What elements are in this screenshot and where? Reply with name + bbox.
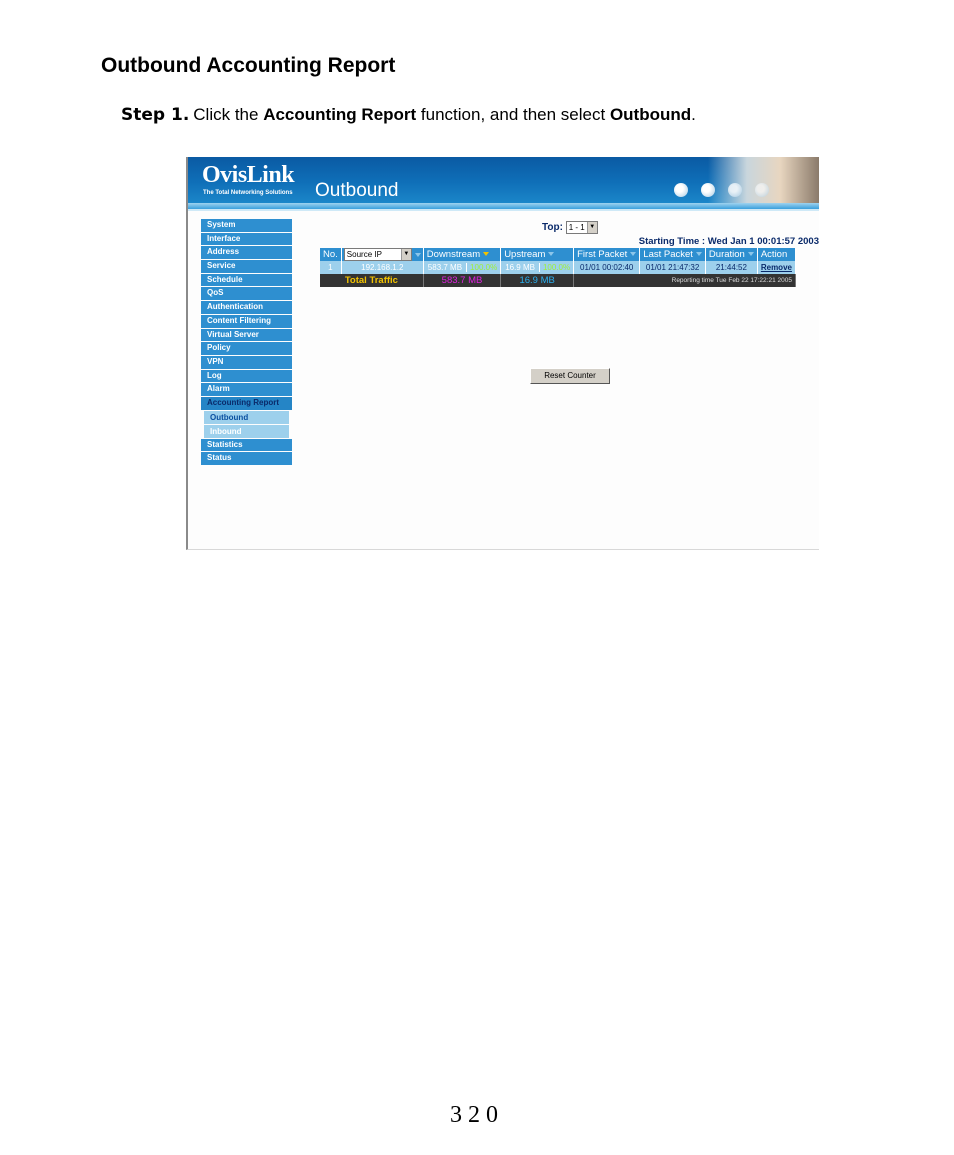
sidebar-item-alarm[interactable]: Alarm — [201, 383, 292, 396]
sidebar-item-content-filtering[interactable]: Content Filtering — [201, 314, 292, 328]
col-upstream[interactable]: Upstream — [500, 248, 575, 261]
table-header-row: No. Source IP ▼ Downstream Upstream Firs… — [320, 248, 796, 261]
top-select-value: 1 - 1 — [568, 223, 585, 232]
col-source: Source IP ▼ — [341, 248, 424, 261]
step-bold-accounting: Accounting Report — [263, 105, 417, 124]
cell-last-packet: 01/01 21:47:32 — [639, 261, 706, 274]
accounting-table: No. Source IP ▼ Downstream Upstream Firs… — [320, 248, 796, 287]
cell-no: 1 — [320, 261, 342, 274]
sort-icon[interactable] — [414, 252, 421, 257]
sidebar-item-vpn[interactable]: VPN — [201, 355, 292, 369]
downstream-percent: 100.0% — [470, 263, 498, 272]
col-duration-label: Duration — [708, 249, 745, 260]
cell-first-packet: 01/01 00:02:40 — [573, 261, 641, 274]
top-selector-row: Top: 1 - 1 ▼ — [542, 221, 598, 234]
globe-icon — [701, 183, 715, 197]
sidebar-item-address[interactable]: Address — [201, 246, 292, 260]
sidebar-nav: System Interface Address Service Schedul… — [201, 219, 292, 466]
step-text: function, and then select — [416, 105, 610, 124]
total-row: Total Traffic 583.7 MB 16.9 MB Reporting… — [320, 274, 796, 287]
sidebar-item-statistics[interactable]: Statistics — [201, 438, 292, 452]
sort-icon — [630, 252, 637, 257]
sidebar-subitem-outbound[interactable]: Outbound — [204, 410, 289, 424]
cell-upstream: 16.9 MB 100.0% — [500, 261, 575, 274]
step-bold-outbound: Outbound — [609, 105, 692, 124]
sort-desc-icon — [483, 252, 490, 257]
step-text: Click the — [193, 105, 264, 124]
sort-icon — [695, 252, 702, 257]
sidebar-item-qos[interactable]: QoS — [201, 287, 292, 301]
sort-icon — [548, 252, 555, 257]
source-select[interactable]: Source IP ▼ — [343, 248, 412, 261]
upstream-value: 16.9 MB — [501, 263, 540, 272]
header-stripe — [188, 209, 819, 211]
step-number: Step 1. — [121, 105, 190, 125]
total-upstream: 16.9 MB — [500, 274, 575, 287]
starting-time: Starting Time : Wed Jan 1 00:01:57 2003 — [638, 236, 819, 247]
page-number: 320 — [450, 1102, 504, 1128]
top-select[interactable]: 1 - 1 ▼ — [565, 221, 598, 234]
col-first-packet-label: First Packet — [577, 249, 628, 260]
col-action: Action — [757, 248, 796, 261]
sidebar-item-interface[interactable]: Interface — [201, 232, 292, 246]
globe-icon — [728, 183, 742, 197]
upstream-percent: 100.0% — [542, 263, 571, 272]
remove-link[interactable]: Remove — [761, 263, 792, 272]
cell-downstream: 583.7 MB 100.0% — [423, 261, 502, 274]
reset-counter-button[interactable]: Reset Counter — [530, 368, 610, 384]
globe-icon — [755, 183, 769, 197]
sidebar-item-virtual-server[interactable]: Virtual Server — [201, 328, 292, 342]
sidebar-item-log[interactable]: Log — [201, 369, 292, 383]
col-last-packet-label: Last Packet — [643, 249, 693, 260]
sidebar-item-accounting-report[interactable]: Accounting Report — [201, 396, 292, 410]
top-label: Top: — [542, 222, 563, 234]
chevron-down-icon: ▼ — [400, 249, 411, 260]
step-text: . — [691, 105, 696, 124]
total-label: Total Traffic — [320, 274, 424, 287]
globe-icon — [674, 183, 688, 197]
col-downstream-label: Downstream — [426, 249, 481, 260]
router-ui-screenshot: OvisLink The Total Networking Solutions … — [186, 157, 819, 550]
brand-logo: OvisLink — [202, 162, 295, 188]
document-title: Outbound Accounting Report — [101, 54, 396, 77]
chevron-down-icon: ▼ — [586, 222, 597, 233]
cell-duration: 21:44:52 — [705, 261, 758, 274]
sort-icon — [747, 252, 754, 257]
total-downstream: 583.7 MB — [423, 274, 502, 287]
sidebar-subitem-inbound[interactable]: Inbound — [204, 424, 289, 438]
col-duration[interactable]: Duration — [705, 248, 758, 261]
page-title: Outbound — [315, 180, 399, 201]
col-no: No. — [320, 248, 342, 261]
sidebar-item-status[interactable]: Status — [201, 452, 292, 465]
cell-action: Remove — [757, 261, 796, 274]
table-row: 1 192.168.1.2 583.7 MB 100.0% 16.9 MB 100.… — [320, 261, 796, 274]
sidebar-item-system[interactable]: System — [201, 219, 292, 232]
source-select-value: Source IP — [346, 250, 382, 259]
reporting-time: Reporting time Tue Feb 22 17:22:21 2005 — [573, 274, 796, 287]
col-last-packet[interactable]: Last Packet — [639, 248, 706, 261]
header-banner: OvisLink The Total Networking Solutions … — [188, 157, 819, 211]
cell-source: 192.168.1.2 — [341, 261, 424, 274]
col-upstream-label: Upstream — [504, 249, 546, 260]
step-instruction: Step 1. Click the Accounting Report funct… — [121, 105, 696, 125]
sidebar-item-service[interactable]: Service — [201, 260, 292, 273]
brand-tagline: The Total Networking Solutions — [203, 190, 293, 196]
sidebar-item-authentication[interactable]: Authentication — [201, 301, 292, 314]
col-first-packet[interactable]: First Packet — [573, 248, 641, 261]
sidebar-item-policy[interactable]: Policy — [201, 342, 292, 355]
col-downstream[interactable]: Downstream — [423, 248, 502, 261]
sidebar-item-schedule[interactable]: Schedule — [201, 273, 292, 287]
downstream-value: 583.7 MB — [423, 263, 468, 272]
